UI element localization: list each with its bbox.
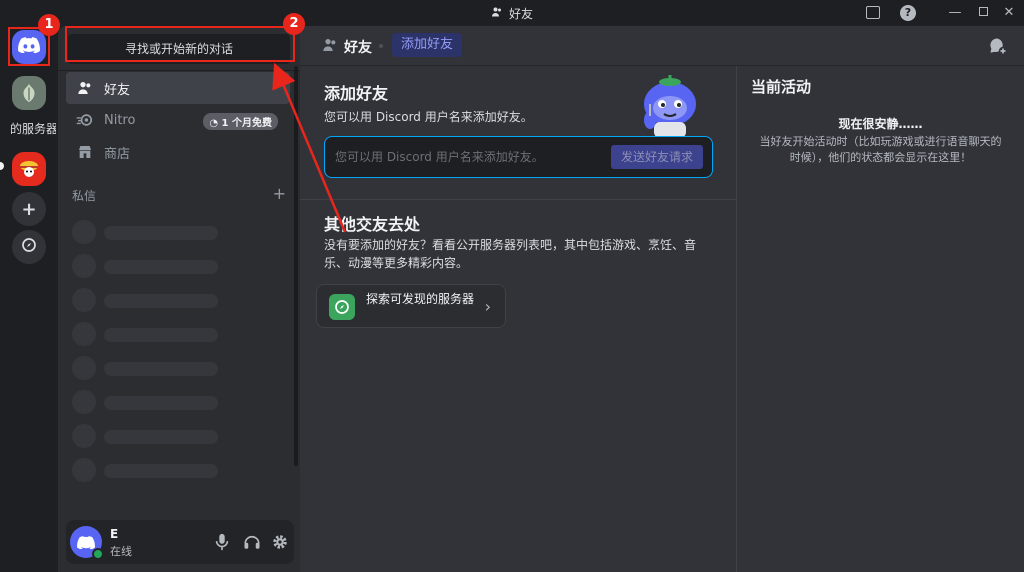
nav-item-shop[interactable]: 商店 xyxy=(66,136,290,168)
create-dm-button[interactable]: + xyxy=(273,184,286,203)
shop-icon xyxy=(76,144,94,160)
explore-servers-button[interactable]: 探索可发现的服务器 › xyxy=(316,284,506,328)
server-rail: 的服务器 + xyxy=(0,26,58,572)
dm-placeholder xyxy=(72,220,272,244)
direct-messages-header: 私信 xyxy=(72,189,97,203)
add-friend-heading: 添加好友 xyxy=(324,84,389,103)
active-now-empty-description: 当好友开始活动时（比如玩游戏或进行语音聊天的时候），他们的状态都会显示在这里！ xyxy=(759,135,1002,164)
compass-icon xyxy=(329,294,355,320)
nav-label: 商店 xyxy=(104,146,131,162)
close-button[interactable]: ✕ xyxy=(1000,4,1018,22)
friends-icon xyxy=(76,80,94,96)
main-header: 好友 添加好友 xyxy=(300,26,1024,66)
add-friend-subtitle: 您可以用 Discord 用户名来添加好友。 xyxy=(324,110,533,124)
user-panel: E 在线 xyxy=(66,520,294,564)
nav-label: Nitro xyxy=(104,112,136,128)
dm-placeholder xyxy=(72,288,272,312)
explore-servers-label: 探索可发现的服务器 xyxy=(365,292,474,306)
online-status-indicator xyxy=(92,548,104,560)
dm-placeholder xyxy=(72,390,272,414)
nav-item-friends[interactable]: 好友 xyxy=(66,72,290,104)
send-friend-request-button[interactable]: 发送好友请求 xyxy=(610,145,703,169)
other-places-heading: 其他交友去处 xyxy=(324,215,421,234)
server-name-label: 的服务器 xyxy=(10,122,56,136)
headphones-icon[interactable] xyxy=(242,532,262,552)
user-status-text: 在线 xyxy=(110,545,132,558)
header-dot-separator xyxy=(379,44,383,48)
add-friend-form: 发送好友请求 xyxy=(324,136,713,178)
compass-icon xyxy=(21,237,37,257)
maximize-button[interactable] xyxy=(974,4,992,22)
minimize-button[interactable]: — xyxy=(946,4,964,22)
microphone-icon[interactable] xyxy=(212,532,232,552)
dm-placeholder xyxy=(72,424,272,448)
dm-placeholder xyxy=(72,254,272,278)
friends-icon xyxy=(491,6,503,21)
active-now-empty-title: 现在很安静…… xyxy=(838,117,923,131)
dm-placeholder xyxy=(72,322,272,346)
nitro-free-badge: ◔ 1 个月免费 xyxy=(203,113,278,130)
wumpus-mascot-illustration xyxy=(630,74,706,144)
friends-icon xyxy=(322,37,338,57)
clock-icon: ◔ xyxy=(209,118,222,129)
divider xyxy=(58,70,300,71)
server-icon-plant[interactable] xyxy=(12,76,46,110)
add-friend-panel: 添加好友 您可以用 Discord 用户名来添加好友。 发送好友请求 其他交友去… xyxy=(300,66,736,572)
sidebar-scrollbar[interactable] xyxy=(294,66,298,466)
dm-placeholder xyxy=(72,356,272,380)
chevron-right-icon: › xyxy=(484,297,491,316)
annotation-number-2: 2 xyxy=(283,13,305,35)
window-title-text: 好友 xyxy=(508,7,533,21)
other-places-description: 没有要添加的好友？看看公开服务器列表吧，其中包括游戏、烹饪、音乐、动漫等更多精彩… xyxy=(324,238,697,270)
active-now-heading: 当前活动 xyxy=(751,78,812,96)
tab-add-friend[interactable]: 添加好友 xyxy=(392,33,463,57)
plus-icon: + xyxy=(21,198,37,220)
page-title: 好友 xyxy=(344,40,372,56)
discover-servers-button[interactable] xyxy=(12,230,46,264)
add-server-button[interactable]: + xyxy=(12,192,46,226)
inbox-icon[interactable] xyxy=(866,6,880,19)
active-now-panel: 当前活动 现在很安静…… 当好友开始活动时（比如玩游戏或进行语音聊天的时候），他… xyxy=(736,66,1024,572)
nav-label: 好友 xyxy=(104,82,131,98)
new-group-dm-icon[interactable] xyxy=(988,36,1008,60)
title-bar: 好友 ? — ✕ xyxy=(0,0,1024,26)
username: E xyxy=(110,527,119,541)
section-divider xyxy=(300,199,736,200)
settings-gear-icon[interactable] xyxy=(270,532,290,552)
username-input[interactable] xyxy=(335,137,605,177)
annotation-box-2 xyxy=(65,26,295,62)
dm-sidebar: 寻找或开始新的对话 好友 Nitro ◔ 1 个月免费 商店 私信 + E 在线 xyxy=(58,26,300,572)
nav-item-nitro[interactable]: Nitro ◔ 1 个月免费 xyxy=(66,104,290,136)
nitro-icon xyxy=(76,113,94,127)
annotation-number-1: 1 xyxy=(38,14,60,36)
dm-placeholder xyxy=(72,458,272,482)
server-icon-onepiece[interactable] xyxy=(12,152,46,186)
help-icon[interactable]: ? xyxy=(900,5,916,21)
unread-indicator xyxy=(0,162,4,170)
